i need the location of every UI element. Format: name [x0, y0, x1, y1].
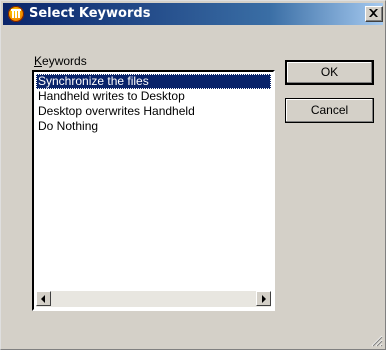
resize-grip-icon[interactable] — [371, 335, 383, 347]
window-title: Select Keywords — [29, 6, 151, 21]
horizontal-scrollbar[interactable] — [36, 291, 271, 307]
arrow-left-icon — [41, 295, 45, 303]
keywords-label: Keywords — [34, 54, 87, 68]
close-icon — [369, 9, 378, 17]
app-logo-icon — [8, 6, 24, 22]
close-button[interactable] — [365, 6, 383, 22]
scroll-left-button[interactable] — [36, 291, 51, 306]
keywords-label-accelerator: K — [34, 54, 43, 68]
ok-button[interactable]: OK — [285, 60, 374, 85]
keywords-listbox[interactable]: Synchronize the files Handheld writes to… — [32, 70, 275, 311]
list-item[interactable]: Do Nothing — [36, 119, 271, 134]
select-keywords-dialog: Select Keywords Keywords Synchronize the… — [0, 0, 386, 350]
keywords-list: Synchronize the files Handheld writes to… — [36, 74, 271, 134]
title-bar[interactable]: Select Keywords — [3, 3, 383, 25]
cancel-button[interactable]: Cancel — [285, 98, 374, 123]
list-item[interactable]: Synchronize the files — [36, 74, 271, 89]
arrow-right-icon — [262, 295, 266, 303]
scroll-right-button[interactable] — [256, 291, 271, 306]
list-item[interactable]: Handheld writes to Desktop — [36, 89, 271, 104]
list-item[interactable]: Desktop overwrites Handheld — [36, 104, 271, 119]
keywords-label-rest: eywords — [42, 54, 87, 68]
